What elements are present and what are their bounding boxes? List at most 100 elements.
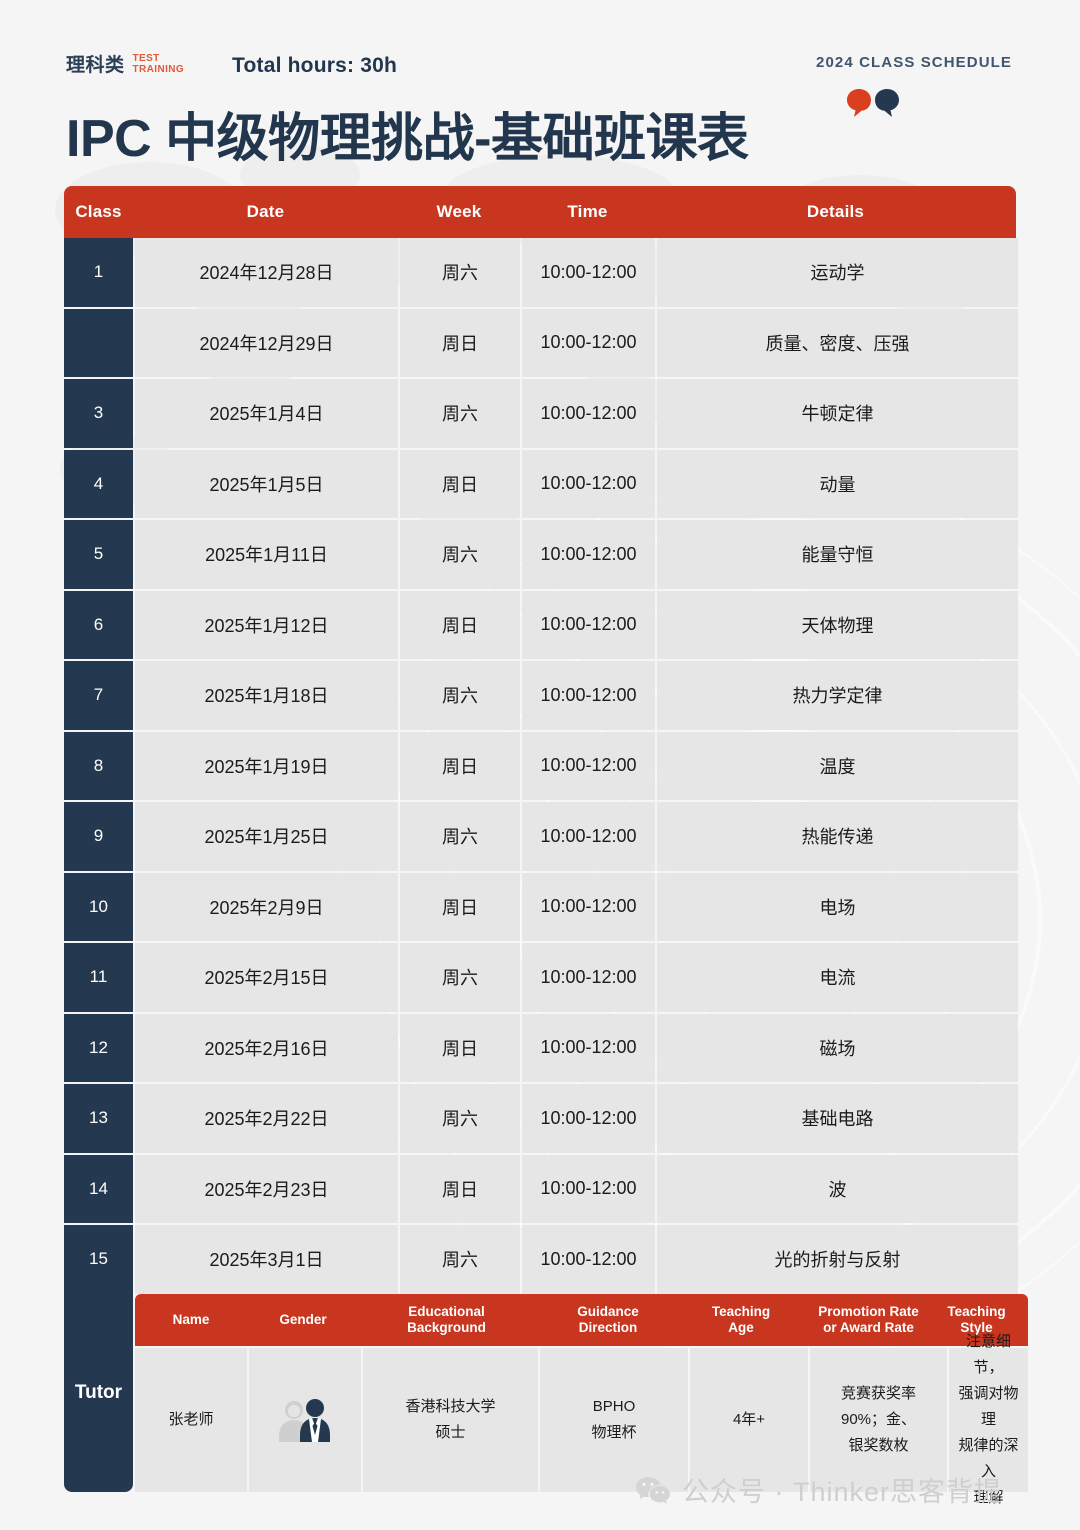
tutor-column-header-teaching-age: Teaching Age: [682, 1294, 800, 1346]
cell-date: 2025年1月18日: [135, 661, 398, 730]
cell-class-number: 4: [64, 449, 133, 518]
cell-time: 10:00-12:00: [522, 802, 655, 871]
cell-class-number: 14: [64, 1154, 133, 1223]
cell-details: 温度: [657, 731, 1018, 800]
cell-date: 2025年1月4日: [135, 379, 398, 448]
tutor-column-header-teaching-age-line1: Teaching: [711, 1304, 771, 1319]
table-row: 10 2025年2月9日 周日 10:00-12:00 电场: [64, 872, 1018, 944]
cell-details: 质量、密度、压强: [657, 308, 1018, 377]
class-schedule-poster: 理科类 TEST TRAINING Total hours: 30h 2024 …: [0, 0, 1080, 1530]
cell-class-number: 15: [64, 1225, 133, 1294]
cell-details: 天体物理: [657, 590, 1018, 659]
tutor-table: Name Gender Educational Background Guida…: [135, 1294, 1028, 1506]
tutor-column-header-guidance-line1: Guidance: [577, 1304, 639, 1319]
poster-header: 理科类 TEST TRAINING Total hours: 30h 2024 …: [0, 0, 1080, 180]
tutor-education-value: 香港科技大学 硕士: [363, 1348, 538, 1492]
table-row: 9 2025年1月25日 周六 10:00-12:00 热能传递: [64, 802, 1018, 873]
cell-details: 能量守恒: [657, 520, 1018, 589]
cell-time: 10:00-12:00: [522, 590, 655, 659]
cell-class-number: 6: [64, 590, 133, 659]
table-row: 4 2025年1月5日 周日 10:00-12:00 动量: [64, 449, 1018, 521]
tutor-style-value: 注意细节， 强调对物理 规律的深入 理解: [949, 1333, 1028, 1506]
cell-week: 周日: [400, 872, 520, 941]
cell-details: 热能传递: [657, 802, 1018, 871]
cell-date: 2025年1月19日: [135, 731, 398, 800]
tutor-guidance-text: BPHO 物理杯: [591, 1398, 637, 1441]
cell-details: 热力学定律: [657, 661, 1018, 730]
cell-week: 周六: [400, 802, 520, 871]
tutor-gender-cell: [249, 1348, 361, 1492]
cell-date: 2025年2月9日: [135, 872, 398, 941]
column-header-date: Date: [246, 202, 285, 221]
tutor-row-label: Tutor: [64, 1294, 133, 1492]
cell-time: 10:00-12:00: [522, 661, 655, 730]
table-row: 3 2025年1月4日 周六 10:00-12:00 牛顿定律: [64, 379, 1018, 450]
cell-class-number: 8: [64, 731, 133, 800]
schedule-table-header-row: Class Date Week Time Details: [64, 186, 1016, 238]
table-row: 14 2025年2月23日 周日 10:00-12:00 波: [64, 1154, 1018, 1226]
cell-time: 10:00-12:00: [522, 238, 655, 307]
cell-date: 2024年12月29日: [135, 308, 398, 377]
cell-details: 动量: [657, 449, 1018, 518]
table-row: 7 2025年1月18日 周六 10:00-12:00 热力学定律: [64, 661, 1018, 732]
tutor-column-header-promotion-line2: or Award Rate: [823, 1320, 914, 1335]
tutor-teaching-age-value: 4年+: [690, 1348, 808, 1492]
tutor-promotion-text: 竞赛获奖率 90%；金、 银奖数枚: [840, 1385, 917, 1454]
cell-time: 10:00-12:00: [522, 520, 655, 589]
column-header-class: Class: [75, 202, 122, 221]
cell-week: 周六: [400, 520, 520, 589]
table-row: 12 2025年2月16日 周日 10:00-12:00 磁场: [64, 1013, 1018, 1085]
brand-logo: 理科类 TEST TRAINING: [66, 50, 184, 77]
cell-time: 10:00-12:00: [522, 943, 655, 1012]
cell-date: 2025年1月11日: [135, 520, 398, 589]
cell-time: 10:00-12:00: [522, 308, 655, 377]
cell-date: 2025年2月15日: [135, 943, 398, 1012]
tutor-column-header-promotion-rate: Promotion Rate or Award Rate: [800, 1294, 937, 1346]
column-header-details: Details: [806, 202, 865, 221]
table-row: 13 2025年2月22日 周六 10:00-12:00 基础电路: [64, 1084, 1018, 1155]
schedule-year-tag: 2024 CLASS SCHEDULE: [816, 54, 1012, 71]
cell-class-number: 13: [64, 1084, 133, 1153]
cell-class-number: 3: [64, 379, 133, 448]
tutor-column-header-teaching-age-line2: Age: [728, 1320, 754, 1335]
cell-class-number: 10: [64, 872, 133, 941]
cell-details: 磁场: [657, 1013, 1018, 1082]
brand-logo-en: TEST TRAINING: [133, 53, 185, 75]
cell-week: 周日: [400, 590, 520, 659]
cell-details: 波: [657, 1154, 1018, 1223]
cell-time: 10:00-12:00: [522, 379, 655, 448]
cell-week: 周六: [400, 1084, 520, 1153]
column-header-time: Time: [567, 202, 608, 221]
cell-week: 周日: [400, 731, 520, 800]
tutor-column-header-education-line2: Background: [407, 1320, 486, 1335]
cell-time: 10:00-12:00: [522, 872, 655, 941]
cell-date: 2025年1月5日: [135, 449, 398, 518]
tutor-column-header-style-line1: Teaching: [947, 1304, 1006, 1319]
tutor-table-header-row: Name Gender Educational Background Guida…: [135, 1294, 1028, 1346]
cell-time: 10:00-12:00: [522, 1154, 655, 1223]
tutor-column-header-promotion-line1: Promotion Rate: [818, 1304, 919, 1319]
cell-date: 2025年1月25日: [135, 802, 398, 871]
cell-week: 周六: [400, 238, 520, 307]
cell-details: 基础电路: [657, 1084, 1018, 1153]
table-row: 6 2025年1月12日 周日 10:00-12:00 天体物理: [64, 590, 1018, 662]
cell-date: 2025年2月16日: [135, 1013, 398, 1082]
cell-time: 10:00-12:00: [522, 449, 655, 518]
brand-logo-en-line2: TRAINING: [132, 63, 185, 75]
class-schedule-table: Class Date Week Time Details 1 2024年12月28…: [64, 186, 1018, 1296]
cell-date: 2024年12月28日: [135, 238, 398, 307]
cell-date: 2025年2月22日: [135, 1084, 398, 1153]
tutor-guidance-value: BPHO 物理杯: [540, 1348, 688, 1492]
tutor-promotion-value: 竞赛获奖率 90%；金、 银奖数枚: [810, 1348, 947, 1492]
cell-class-number: [64, 308, 133, 377]
cell-date: 2025年1月12日: [135, 590, 398, 659]
table-row: 11 2025年2月15日 周六 10:00-12:00 电流: [64, 943, 1018, 1014]
cell-date: 2025年2月23日: [135, 1154, 398, 1223]
cell-class-number: 7: [64, 661, 133, 730]
tutor-style-text: 注意细节， 强调对物理 规律的深入 理解: [958, 1333, 1019, 1506]
column-header-week: Week: [436, 202, 482, 221]
table-row: 2024年12月29日 周日 10:00-12:00 质量、密度、压强: [64, 308, 1018, 380]
total-hours-label: Total hours: 30h: [232, 54, 397, 77]
cell-details: 运动学: [657, 238, 1018, 307]
tutor-column-header-education: Educational Background: [359, 1294, 534, 1346]
